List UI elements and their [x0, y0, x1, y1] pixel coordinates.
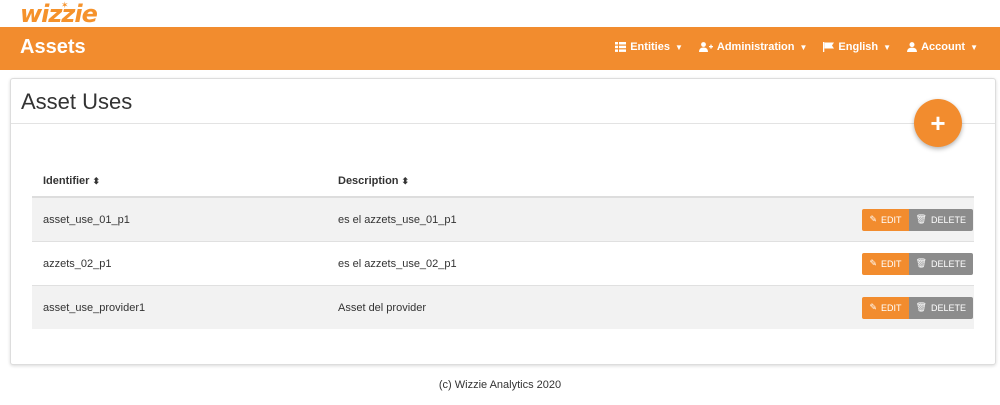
- edit-button[interactable]: ✎ EDIT: [862, 252, 909, 275]
- cell-description: es el azzets_use_01_p1: [327, 196, 658, 242]
- logo-bar: wizzie ✶: [0, 0, 1000, 27]
- pencil-icon: ✎: [869, 302, 878, 312]
- list-icon: [615, 42, 627, 52]
- cell-identifier: asset_use_01_p1: [32, 196, 327, 242]
- table-row: azzets_02_p1 es el azzets_use_02_p1 ✎ EDI…: [32, 241, 974, 286]
- nav-administration-label: Administration: [716, 41, 795, 53]
- logo-star-icon: ✶: [61, 0, 69, 10]
- cell-description: Asset del provider: [327, 285, 658, 329]
- chevron-down-icon: ▼: [970, 42, 978, 52]
- nav-entities[interactable]: Entities ▼: [615, 41, 683, 53]
- nav-language[interactable]: English ▼: [823, 41, 891, 53]
- nav-entities-label: Entities: [630, 41, 670, 53]
- panel-title: Asset Uses: [21, 89, 133, 114]
- delete-button[interactable]: 🗑 DELETE: [908, 252, 973, 275]
- column-header-identifier[interactable]: Identifier ⬍: [32, 166, 327, 198]
- asset-uses-panel: Asset Uses + Identifier ⬍ Description ⬍ as…: [10, 78, 996, 365]
- cell-actions: ✎ EDIT 🗑 DELETE: [658, 196, 974, 242]
- trash-icon: 🗑: [915, 302, 927, 312]
- delete-button[interactable]: 🗑 DELETE: [908, 208, 973, 231]
- footer-copyright: (c) Wizzie Analytics 2020: [438, 379, 562, 391]
- wizzie-logo[interactable]: wizzie: [20, 2, 98, 26]
- cell-actions: ✎ EDIT 🗑 DELETE: [658, 241, 974, 286]
- chevron-down-icon: ▼: [799, 42, 808, 52]
- nav-account-label: Account: [921, 41, 966, 53]
- edit-button[interactable]: ✎ EDIT: [862, 208, 909, 231]
- nav-administration[interactable]: Administration ▼: [698, 41, 808, 53]
- cell-identifier: asset_use_provider1: [32, 285, 327, 329]
- nav-account[interactable]: Account ▼: [907, 41, 978, 53]
- page-title: Assets: [20, 36, 86, 58]
- asset-uses-table: Identifier ⬍ Description ⬍ asset_use_01_p1…: [32, 166, 974, 329]
- pencil-icon: ✎: [869, 258, 878, 268]
- trash-icon: 🗑: [915, 258, 927, 268]
- trash-icon: 🗑: [915, 214, 927, 224]
- cell-identifier: azzets_02_p1: [32, 241, 327, 286]
- chevron-down-icon: ▼: [674, 42, 683, 52]
- add-asset-use-button[interactable]: +: [914, 99, 962, 147]
- edit-button[interactable]: ✎ EDIT: [862, 296, 909, 319]
- user-icon: [907, 42, 918, 52]
- plus-icon: +: [930, 107, 946, 138]
- cell-description: es el azzets_use_02_p1: [327, 241, 658, 286]
- column-header-description[interactable]: Description ⬍: [327, 166, 658, 198]
- table-row: asset_use_provider1 Asset del provider ✎…: [32, 285, 974, 329]
- sort-icon: ⬍: [401, 176, 410, 186]
- column-header-actions: [658, 166, 974, 198]
- delete-button[interactable]: 🗑 DELETE: [908, 296, 973, 319]
- panel-divider: [11, 123, 995, 124]
- pencil-icon: ✎: [869, 214, 878, 224]
- table-header-row: Identifier ⬍ Description ⬍: [32, 166, 974, 198]
- table-row: asset_use_01_p1 es el azzets_use_01_p1 ✎…: [32, 196, 974, 242]
- flag-icon: [823, 42, 835, 52]
- user-plus-icon: [698, 42, 713, 52]
- sort-icon: ⬍: [92, 176, 100, 186]
- chevron-down-icon: ▼: [883, 42, 892, 52]
- cell-actions: ✎ EDIT 🗑 DELETE: [658, 285, 974, 329]
- nav-menu: Entities ▼ Administration ▼ English ▼ Ac…: [615, 41, 978, 53]
- nav-language-label: English: [838, 41, 879, 53]
- top-navbar: Assets Entities ▼ Administration ▼ Engli…: [0, 27, 1000, 70]
